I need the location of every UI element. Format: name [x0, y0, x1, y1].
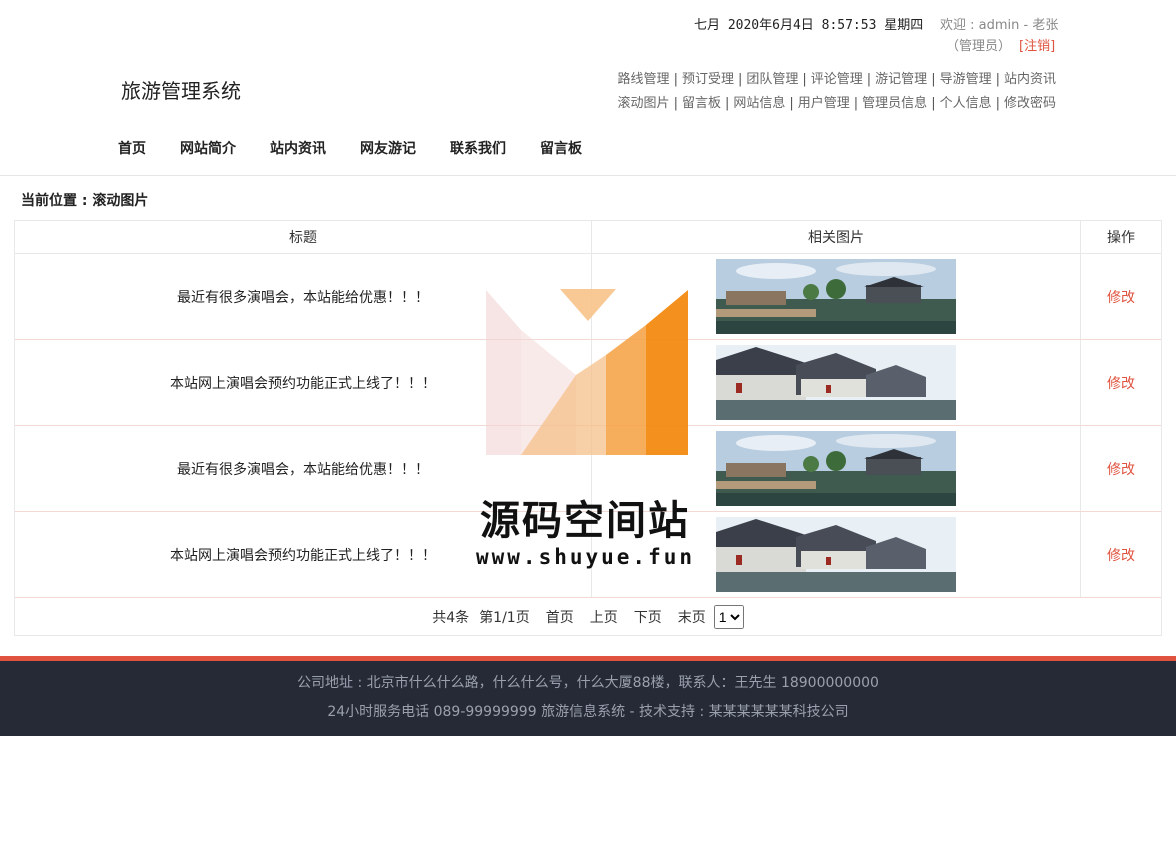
- admin-link-news[interactable]: 站内资讯: [1004, 72, 1056, 87]
- separator: |: [724, 96, 730, 111]
- admin-link-comments[interactable]: 评论管理: [811, 72, 863, 87]
- watermark-title: 源码空间站: [480, 498, 690, 544]
- nav-about[interactable]: 网站简介: [180, 138, 236, 158]
- pager-page: 第1/1页: [479, 610, 530, 626]
- row-action-cell: 修改: [1081, 426, 1161, 511]
- watermark-url: www.shuyue.fun: [476, 545, 696, 569]
- pagination: 共4条 第1/1页 首页 上页 下页 末页 1: [15, 599, 1161, 635]
- role-line: （管理员） [注销]: [946, 35, 1055, 54]
- pager-first[interactable]: 首页: [546, 607, 574, 627]
- edit-link[interactable]: 修改: [1107, 459, 1135, 479]
- nav-divider: [0, 175, 1176, 176]
- scenery-image: [716, 259, 956, 334]
- admin-link-travelogues[interactable]: 游记管理: [875, 72, 927, 87]
- admin-link-site-info[interactable]: 网站信息: [733, 96, 785, 111]
- table-row: 本站网上演唱会预约功能正式上线了！！！ 修改: [15, 340, 1161, 426]
- separator: |: [995, 72, 1000, 87]
- footer-contact: 24小时服务电话 089-99999999 旅游信息系统 - 技术支持 : 某某…: [327, 704, 849, 720]
- pager-last[interactable]: 末页: [678, 607, 706, 627]
- slides-table: 标题 相关图片 操作 最近有很多演唱会，本站能给优惠！！！ 修改 本站网上演唱会…: [14, 220, 1162, 636]
- footer: 公司地址 : 北京市什么什么路，什么什么号，什么大厦88楼，联系人：王先生 18…: [0, 661, 1176, 736]
- scenery-image: [716, 431, 956, 506]
- admin-link-bookings[interactable]: 预订受理: [682, 72, 734, 87]
- admin-link-messages[interactable]: 留言板: [682, 96, 721, 111]
- main-nav: 首页 网站简介 站内资讯 网友游记 联系我们 留言板: [118, 138, 616, 158]
- scenery-image: [716, 345, 956, 420]
- pager-next[interactable]: 下页: [634, 607, 662, 627]
- admin-link-routes[interactable]: 路线管理: [618, 72, 670, 87]
- row-action-cell: 修改: [1081, 340, 1161, 425]
- separator: |: [995, 96, 1000, 111]
- separator: |: [789, 96, 794, 111]
- welcome-text: 欢迎 : admin - 老张: [940, 18, 1059, 33]
- scenery-image: [716, 517, 956, 592]
- table-header: 标题 相关图片 操作: [15, 221, 1161, 254]
- separator: |: [931, 96, 936, 111]
- pager-total: 共4条: [432, 610, 470, 626]
- separator: |: [866, 72, 872, 87]
- admin-link-teams[interactable]: 团队管理: [746, 72, 798, 87]
- separator: |: [737, 72, 743, 87]
- edit-link[interactable]: 修改: [1107, 373, 1135, 393]
- header-title: 标题: [15, 221, 592, 253]
- admin-link-guides[interactable]: 导游管理: [940, 72, 992, 87]
- breadcrumb: 当前位置 : 滚动图片: [21, 193, 149, 209]
- separator: |: [931, 72, 936, 87]
- footer-address: 公司地址 : 北京市什么什么路，什么什么号，什么大厦88楼，联系人：王先生 18…: [297, 675, 879, 691]
- separator: |: [673, 72, 678, 87]
- role-text: （管理员）: [946, 39, 1012, 54]
- site-title: 旅游管理系统: [121, 79, 241, 103]
- logout-link[interactable]: [注销]: [1019, 39, 1055, 54]
- admin-link-admin-info[interactable]: 管理员信息: [862, 96, 927, 111]
- admin-links-row2: 滚动图片 | 留言板 | 网站信息 | 用户管理 | 管理员信息 | 个人信息 | 修改密码: [618, 92, 1056, 111]
- header-action: 操作: [1107, 230, 1135, 246]
- header-image: 相关图片: [592, 221, 1081, 253]
- admin-link-profile[interactable]: 个人信息: [940, 96, 992, 111]
- table-row: 最近有很多演唱会，本站能给优惠！！！ 修改: [15, 254, 1161, 340]
- admin-link-slides[interactable]: 滚动图片: [618, 96, 670, 111]
- row-title: 本站网上演唱会预约功能正式上线了！！！: [15, 340, 592, 425]
- separator: |: [673, 96, 678, 111]
- admin-links-row1: 路线管理 | 预订受理 | 团队管理 | 评论管理 | 游记管理 | 导游管理 | 站内资讯: [618, 68, 1056, 87]
- datetime-display: 七月 2020年6月4日 8:57:53 星期四: [694, 18, 924, 33]
- nav-messages[interactable]: 留言板: [540, 138, 582, 158]
- admin-link-password[interactable]: 修改密码: [1004, 96, 1056, 111]
- admin-link-users[interactable]: 用户管理: [798, 96, 850, 111]
- nav-contact[interactable]: 联系我们: [450, 138, 506, 158]
- nav-home[interactable]: 首页: [118, 138, 146, 158]
- nav-travelogues[interactable]: 网友游记: [360, 138, 416, 158]
- pager-prev[interactable]: 上页: [590, 607, 618, 627]
- separator: |: [802, 72, 807, 87]
- row-image-cell: [592, 340, 1081, 425]
- separator: |: [853, 96, 859, 111]
- row-action-cell: 修改: [1081, 512, 1161, 597]
- page-select[interactable]: 1: [713, 605, 744, 629]
- row-image-cell: [592, 254, 1081, 339]
- nav-news[interactable]: 站内资讯: [270, 138, 326, 158]
- row-action-cell: 修改: [1081, 254, 1161, 339]
- edit-link[interactable]: 修改: [1107, 545, 1135, 565]
- row-title: 最近有很多演唱会，本站能给优惠！！！: [15, 254, 592, 339]
- edit-link[interactable]: 修改: [1107, 287, 1135, 307]
